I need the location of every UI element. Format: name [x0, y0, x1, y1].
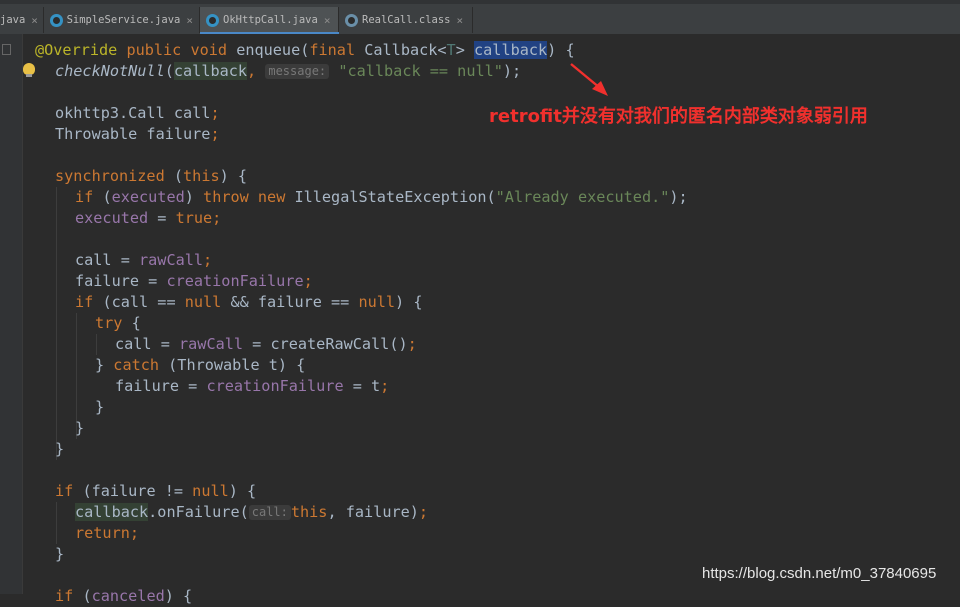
- tab-label: OkHttpCall.java: [223, 14, 318, 26]
- indent-guide: [56, 502, 57, 544]
- close-icon[interactable]: ×: [457, 14, 464, 27]
- code-line-3: okhttp3.Call call;: [55, 104, 220, 122]
- code-line-5: synchronized (this) {: [55, 167, 248, 185]
- indent-guide: [96, 334, 97, 355]
- code-line-1: @Override public void enqueue(final Call…: [35, 41, 575, 59]
- selected-callback-param: callback: [474, 41, 548, 59]
- code-line-11: try {: [95, 314, 141, 332]
- tab-realcall[interactable]: RealCall.class ×: [339, 7, 473, 33]
- code-line-15: }: [95, 398, 105, 416]
- code-line-20: return;: [75, 524, 140, 542]
- code-line-4: Throwable failure;: [55, 125, 220, 143]
- code-line-21: }: [55, 545, 65, 563]
- code-line-22: if (canceled) {: [55, 587, 193, 605]
- tab-label: java: [0, 14, 26, 26]
- param-hint: call:: [248, 505, 291, 520]
- watermark: https://blog.csdn.net/m0_37840695: [702, 565, 937, 582]
- code-line-10: if (call == null && failure == null) {: [75, 293, 423, 311]
- class-file-icon: [345, 13, 358, 27]
- red-arrow-icon: [570, 63, 608, 96]
- code-line-17: }: [55, 440, 65, 458]
- lightbulb-icon[interactable]: [23, 63, 35, 77]
- java-class-icon: [50, 13, 63, 27]
- code-line-16: }: [75, 419, 85, 437]
- close-icon[interactable]: ×: [186, 14, 193, 27]
- code-line-6: if (executed) throw new IllegalStateExce…: [75, 188, 688, 206]
- active-tab-indicator: [200, 32, 339, 34]
- tab-label: SimpleService.java: [66, 14, 181, 26]
- close-icon[interactable]: ×: [324, 14, 331, 27]
- close-icon[interactable]: ×: [31, 14, 38, 27]
- code-line-8: call = rawCall;: [75, 251, 213, 269]
- code-line-19: callback.onFailure(call: this, failure);: [75, 503, 429, 521]
- tab-simpleservice[interactable]: SimpleService.java ×: [44, 7, 200, 33]
- fold-icon[interactable]: [2, 44, 11, 55]
- editor-tab-bar: java × SimpleService.java × OkHttpCall.j…: [0, 0, 960, 34]
- code-line-9: failure = creationFailure;: [75, 272, 313, 290]
- toolbar-edge: [0, 0, 960, 4]
- param-hint: message:: [265, 64, 330, 79]
- code-line-13: } catch (Throwable t) {: [95, 356, 306, 374]
- tab-label: RealCall.class: [362, 14, 451, 26]
- code-line-7: executed = true;: [75, 209, 222, 227]
- code-line-12: call = rawCall = createRawCall();: [115, 335, 417, 353]
- tab-okhttpcall[interactable]: OkHttpCall.java ×: [200, 7, 339, 33]
- code-line-18: if (failure != null) {: [55, 482, 257, 500]
- annotation-text: retrofit并没有对我们的匿名内部类对象弱引用: [489, 106, 868, 127]
- editor-gutter: [0, 34, 23, 594]
- tab-java[interactable]: java ×: [0, 7, 44, 33]
- java-class-icon: [206, 13, 219, 27]
- indent-guide: [56, 187, 57, 460]
- code-line-14: failure = creationFailure = t;: [115, 377, 390, 395]
- code-line-2: checkNotNull(callback, message: "callbac…: [55, 62, 522, 80]
